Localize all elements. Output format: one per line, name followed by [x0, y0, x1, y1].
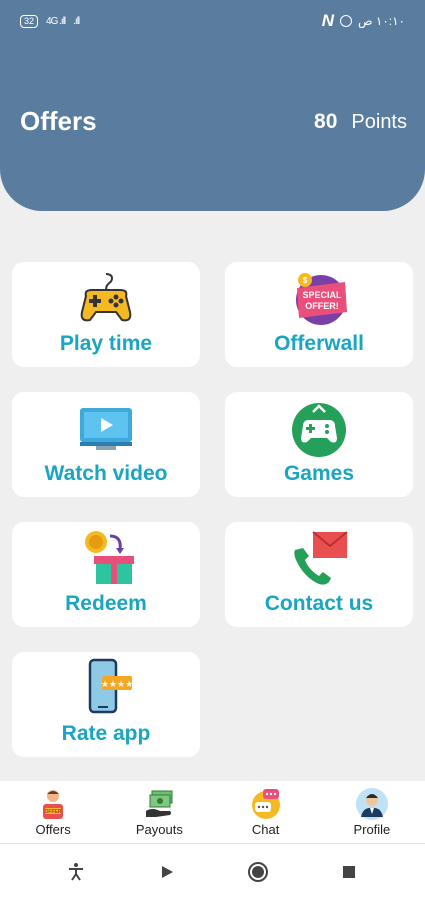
nav-item-profile[interactable]: Profile: [322, 787, 422, 837]
games-card[interactable]: Games: [225, 392, 413, 497]
points-value: 80: [314, 110, 338, 133]
nav-item-payouts[interactable]: Payouts: [109, 787, 209, 837]
contact-us-card[interactable]: Contact us: [225, 522, 413, 627]
square-icon: [343, 866, 356, 878]
svg-text:$: $: [303, 276, 308, 285]
nav-item-chat[interactable]: Chat: [216, 787, 316, 837]
offerwall-card[interactable]: $ SPECIAL OFFER! Offerwall: [225, 262, 413, 367]
alarm-icon: [340, 15, 353, 27]
special-offer-icon: $ SPECIAL OFFER!: [296, 273, 347, 325]
signal-icon: 4G .ıll: [46, 15, 66, 27]
nav-label: Profile: [353, 822, 391, 837]
card-label: Rate app: [61, 722, 151, 745]
card-label: Watch video: [44, 462, 168, 485]
nav-label: Payouts: [135, 822, 183, 837]
chat-bubble-icon: [251, 789, 280, 819]
points-display: 80 Points: [314, 110, 407, 134]
page-title: Offers: [20, 106, 97, 136]
bottom-nav: OFFER Offers Payouts Chat Profile: [0, 781, 425, 843]
play-time-card[interactable]: Play time: [12, 262, 200, 367]
card-label: Offerwall: [274, 332, 364, 355]
accessibility-button[interactable]: [56, 852, 96, 892]
status-time: ١٠:١٠ ص: [358, 14, 405, 28]
signal-icon-2: .ıll: [73, 15, 80, 27]
redeem-card[interactable]: Redeem: [12, 522, 200, 627]
home-button[interactable]: [238, 852, 278, 892]
battery-icon: 32: [20, 14, 39, 28]
user-avatar-icon: [355, 788, 388, 820]
svg-text:OFFER: OFFER: [45, 809, 62, 815]
nav-label: Offers: [35, 822, 71, 837]
controller-icon: [292, 403, 346, 457]
back-button[interactable]: [147, 852, 187, 892]
svg-text:★★★★: ★★★★: [101, 680, 133, 690]
phone-mail-icon: [294, 531, 348, 585]
card-label: Games: [283, 462, 355, 485]
points-label: Points: [351, 111, 407, 133]
nav-item-offers[interactable]: OFFER Offers: [3, 787, 103, 837]
recents-button[interactable]: [329, 852, 369, 892]
accessibility-icon: [68, 863, 83, 881]
system-nav-bar: [0, 843, 425, 900]
gamepad-icon: [80, 273, 132, 322]
video-monitor-icon: [80, 408, 132, 450]
status-bar: 32 4G .ıll .ıll N ١٠:١٠ ص: [0, 0, 425, 42]
svg-text:SPECIAL: SPECIAL: [302, 290, 342, 300]
phone-rating-icon: ★★★★: [88, 658, 133, 714]
home-circle-icon: [248, 862, 269, 882]
offer-person-icon: OFFER: [43, 790, 64, 819]
card-label: Contact us: [264, 592, 374, 615]
play-triangle-icon: [161, 866, 173, 878]
svg-text:OFFER!: OFFER!: [305, 301, 339, 311]
rate-app-card[interactable]: ★★★★ Rate app: [12, 652, 200, 757]
nfc-icon: N: [321, 11, 335, 30]
watch-video-card[interactable]: Watch video: [12, 392, 200, 497]
card-label: Redeem: [65, 592, 147, 615]
money-hand-icon: [146, 790, 173, 817]
card-label: Play time: [59, 332, 153, 355]
nav-label: Chat: [251, 822, 280, 837]
header: 32 4G .ıll .ıll N ١٠:١٠ ص Offers 80 Poin…: [0, 0, 425, 211]
coin-gift-icon: [85, 531, 134, 584]
